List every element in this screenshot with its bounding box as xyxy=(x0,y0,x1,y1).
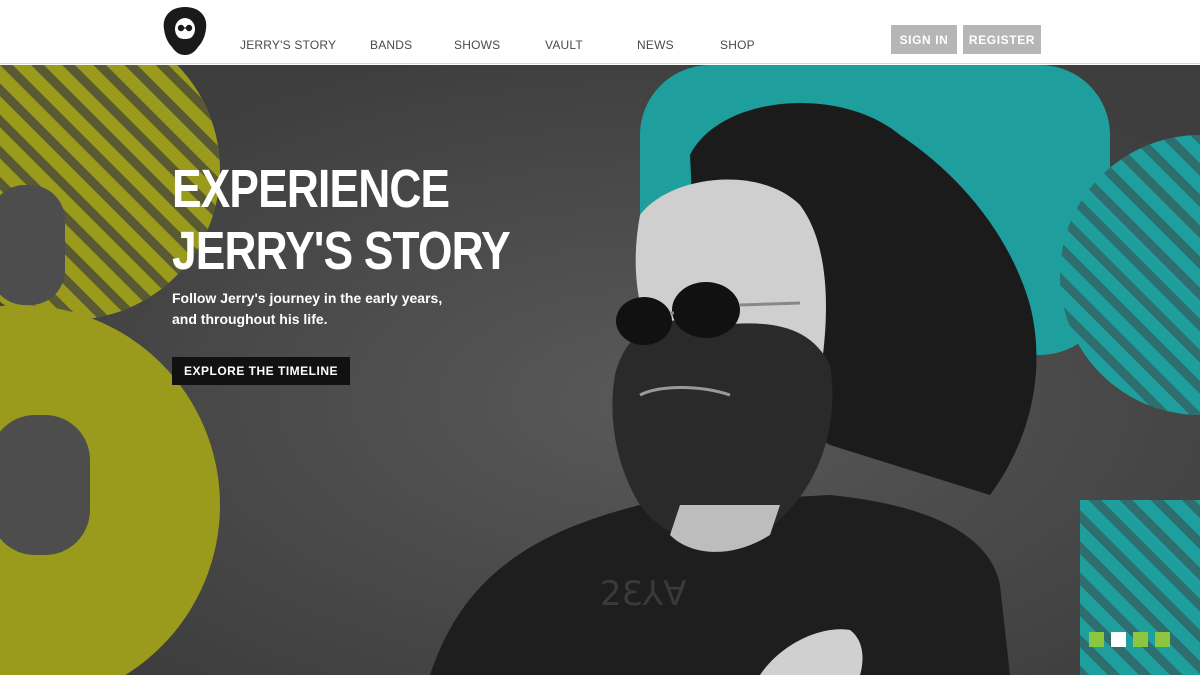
hero-subtitle-line2: and throughout his life. xyxy=(172,311,328,327)
nav-vault[interactable]: VAULT xyxy=(545,38,583,52)
nav-jerrys-story[interactable]: JERRY'S STORY xyxy=(240,38,336,52)
sign-in-button[interactable]: SIGN IN xyxy=(891,25,957,54)
svg-text:2Ɛ⅄Ɐ: 2Ɛ⅄Ɐ xyxy=(600,574,687,614)
nav-news[interactable]: NEWS xyxy=(637,38,674,52)
hero-banner: 2Ɛ⅄Ɐ EXPERIENCE JERRY'S STORY Follow Jer… xyxy=(0,65,1200,675)
register-button[interactable]: REGISTER xyxy=(963,25,1041,54)
hero-subtitle: Follow Jerry's journey in the early year… xyxy=(172,288,492,330)
explore-timeline-button[interactable]: EXPLORE THE TIMELINE xyxy=(172,357,351,385)
carousel-dot-1[interactable] xyxy=(1089,632,1104,647)
nav-shows[interactable]: SHOWS xyxy=(454,38,500,52)
carousel-dot-4[interactable] xyxy=(1155,632,1170,647)
site-header: JERRY'S STORY BANDS SHOWS VAULT NEWS SHO… xyxy=(0,0,1200,64)
hero-copy: EXPERIENCE JERRY'S STORY Follow Jerry's … xyxy=(172,158,584,330)
nav-shop[interactable]: SHOP xyxy=(720,38,755,52)
hero-subtitle-line1: Follow Jerry's journey in the early year… xyxy=(172,290,443,306)
carousel-dot-3[interactable] xyxy=(1133,632,1148,647)
hero-title-line2: JERRY'S STORY xyxy=(172,221,511,281)
carousel-dot-2[interactable] xyxy=(1111,632,1126,647)
nav-bands[interactable]: BANDS xyxy=(370,38,412,52)
carousel-indicators xyxy=(1089,632,1170,647)
hero-title-line1: EXPERIENCE xyxy=(172,159,450,219)
hero-title: EXPERIENCE JERRY'S STORY xyxy=(172,158,511,282)
